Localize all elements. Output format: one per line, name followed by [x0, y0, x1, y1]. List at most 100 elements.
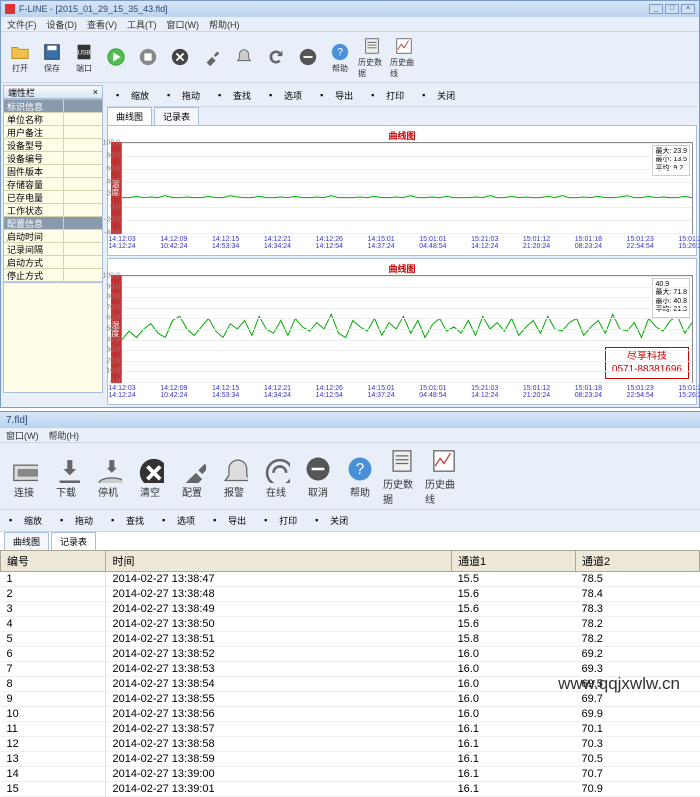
history-data-button[interactable]: 历史数据: [357, 34, 387, 80]
property-row[interactable]: 配置信息: [4, 217, 102, 230]
menu-item[interactable]: 工具(T): [127, 18, 157, 31]
refresh-button[interactable]: [261, 45, 291, 69]
column-header[interactable]: 通道2: [576, 551, 700, 572]
property-row[interactable]: 单位名称: [4, 113, 102, 126]
alarm-button[interactable]: 报警: [214, 453, 254, 500]
history-curve-button[interactable]: 历史曲线: [389, 34, 419, 80]
subtool-选项[interactable]: ▪选项: [264, 87, 307, 104]
stop-button[interactable]: [133, 45, 163, 69]
table-row[interactable]: 62014-02-27 13:38:5216.069.2: [1, 647, 700, 662]
minimize-button[interactable]: _: [649, 4, 663, 14]
table-row[interactable]: 122014-02-27 13:38:5816.170.3: [1, 737, 700, 752]
subtool-选项[interactable]: ▪选项: [157, 512, 200, 529]
table-row[interactable]: 52014-02-27 13:38:5115.878.2: [1, 632, 700, 647]
cancel-icon: [297, 46, 319, 68]
table-row[interactable]: 22014-02-27 13:38:4815.678.4: [1, 587, 700, 602]
column-header[interactable]: 时间: [106, 551, 452, 572]
table-row[interactable]: 12014-02-27 13:38:4715.578.5: [1, 572, 700, 587]
subtool-导出[interactable]: ▪导出: [315, 87, 358, 104]
table-row[interactable]: 42014-02-27 13:38:5015.678.2: [1, 617, 700, 632]
property-row[interactable]: 标识信息: [4, 100, 102, 113]
property-row[interactable]: 记录间隔: [4, 243, 102, 256]
property-row[interactable]: 用户备注: [4, 126, 102, 139]
config-button[interactable]: 配置: [172, 453, 212, 500]
table-row[interactable]: 142014-02-27 13:39:0016.170.7: [1, 767, 700, 782]
property-row[interactable]: 启动时间: [4, 230, 102, 243]
help-button[interactable]: ?帮助: [340, 453, 380, 500]
table-row[interactable]: 102014-02-27 13:38:5616.069.9: [1, 707, 700, 722]
stop-machine-button[interactable]: 停机: [88, 453, 128, 500]
chart-1-legend: 最大: 23.9最小: 13.5平均: 9.2: [652, 145, 690, 176]
subtool-拖动[interactable]: ▪拖动: [55, 512, 98, 529]
menu-item[interactable]: 查看(V): [87, 18, 117, 31]
column-header[interactable]: 通道1: [452, 551, 576, 572]
history-data-icon: [387, 446, 417, 476]
property-row[interactable]: 设备型号: [4, 139, 102, 152]
tools-icon: [201, 46, 223, 68]
table-row[interactable]: 152014-02-27 13:39:0116.170.9: [1, 782, 700, 797]
subtool-关闭[interactable]: ▪关闭: [417, 87, 460, 104]
subtool-打印[interactable]: ▪打印: [259, 512, 302, 529]
subtool-导出[interactable]: ▪导出: [208, 512, 251, 529]
online-button[interactable]: 在线: [256, 453, 296, 500]
tab-records[interactable]: 记录表: [154, 107, 199, 125]
subtool-拖动[interactable]: ▪拖动: [162, 87, 205, 104]
connect-button[interactable]: 连接: [4, 453, 44, 500]
tools-button[interactable]: [197, 45, 227, 69]
subtool-缩放[interactable]: ▪缩放: [4, 512, 47, 529]
column-header[interactable]: 编号: [1, 551, 106, 572]
close-circle-button[interactable]: [165, 45, 195, 69]
subtool-关闭[interactable]: ▪关闭: [310, 512, 353, 529]
cancel-button[interactable]: [293, 45, 323, 69]
tab-curve[interactable]: 曲线图: [107, 107, 152, 125]
property-row[interactable]: 工作状态: [4, 204, 102, 217]
subtool-查找[interactable]: ▪查找: [106, 512, 149, 529]
property-row[interactable]: 已存电量: [4, 191, 102, 204]
y-tick: 40.0: [96, 336, 120, 343]
subtool-缩放[interactable]: ▪缩放: [111, 87, 154, 104]
chart-toolbar: ▪缩放 ▪拖动 ▪查找 ▪选项 ▪导出 ▪打印 ▪关闭: [107, 85, 697, 107]
menu-item[interactable]: 帮助(H): [49, 429, 80, 442]
menu-item[interactable]: 文件(F): [7, 18, 37, 31]
bottom-chart-toolbar: ▪缩放 ▪拖动 ▪查找 ▪选项 ▪导出 ▪打印 ▪关闭: [0, 510, 700, 532]
menu-item[interactable]: 窗口(W): [167, 18, 200, 31]
property-row[interactable]: 停止方式: [4, 269, 102, 282]
play-button[interactable]: [101, 45, 131, 69]
x-tick: 14:12:0910:42:24: [160, 236, 187, 251]
table-row[interactable]: 32014-02-27 13:38:4915.678.3: [1, 602, 700, 617]
close-button[interactable]: ×: [681, 4, 695, 14]
bottom-titlebar[interactable]: 7.fld]: [0, 412, 700, 428]
table-row[interactable]: 112014-02-27 13:38:5716.170.1: [1, 722, 700, 737]
property-row[interactable]: 启动方式: [4, 256, 102, 269]
help-button[interactable]: ?帮助: [325, 40, 355, 75]
subtool-打印[interactable]: ▪打印: [366, 87, 409, 104]
tab-curve-bottom[interactable]: 曲线图: [4, 532, 49, 550]
clear-button[interactable]: 清空: [130, 453, 170, 500]
menu-item[interactable]: 设备(D): [47, 18, 78, 31]
chart-1-plot[interactable]: 最大: 23.9最小: 13.5平均: 9.2 100.080.060.040.…: [121, 142, 693, 234]
history-data-button[interactable]: 历史数据: [382, 445, 422, 507]
menu-item[interactable]: 帮助(H): [209, 18, 240, 31]
bell-button[interactable]: [229, 45, 259, 69]
maximize-button[interactable]: □: [665, 4, 679, 14]
alarm-icon: [219, 454, 249, 484]
subtool-查找[interactable]: ▪查找: [213, 87, 256, 104]
y-tick: 80.0: [96, 294, 120, 301]
history-curve-button[interactable]: 历史曲线: [424, 445, 464, 507]
top-application-window: F-LINE - [2015_01_29_15_35_43.fld] _ □ ×…: [0, 0, 700, 408]
tab-records-bottom[interactable]: 记录表: [51, 532, 96, 550]
property-row[interactable]: 设备编号: [4, 152, 102, 165]
usb-button[interactable]: USB端口: [69, 40, 99, 75]
chart-2-plot[interactable]: 40.9最大: 71.8最小: 40.8平均: 21.3 尽享科技 0571-8…: [121, 275, 693, 383]
titlebar[interactable]: F-LINE - [2015_01_29_15_35_43.fld] _ □ ×: [1, 1, 699, 17]
menu-item[interactable]: 窗口(W): [6, 429, 39, 442]
save-button[interactable]: 保存: [37, 40, 67, 75]
property-row[interactable]: 存储容量: [4, 178, 102, 191]
x-tick: 15:01:1221:20:24: [523, 236, 550, 251]
property-row[interactable]: 固件版本: [4, 165, 102, 178]
table-row[interactable]: 132014-02-27 13:38:5916.170.5: [1, 752, 700, 767]
folder-open-button[interactable]: 打开: [5, 40, 35, 75]
download-button[interactable]: 下载: [46, 453, 86, 500]
cancel-button[interactable]: 取消: [298, 453, 338, 500]
sidebar-close-icon[interactable]: ×: [93, 87, 98, 97]
